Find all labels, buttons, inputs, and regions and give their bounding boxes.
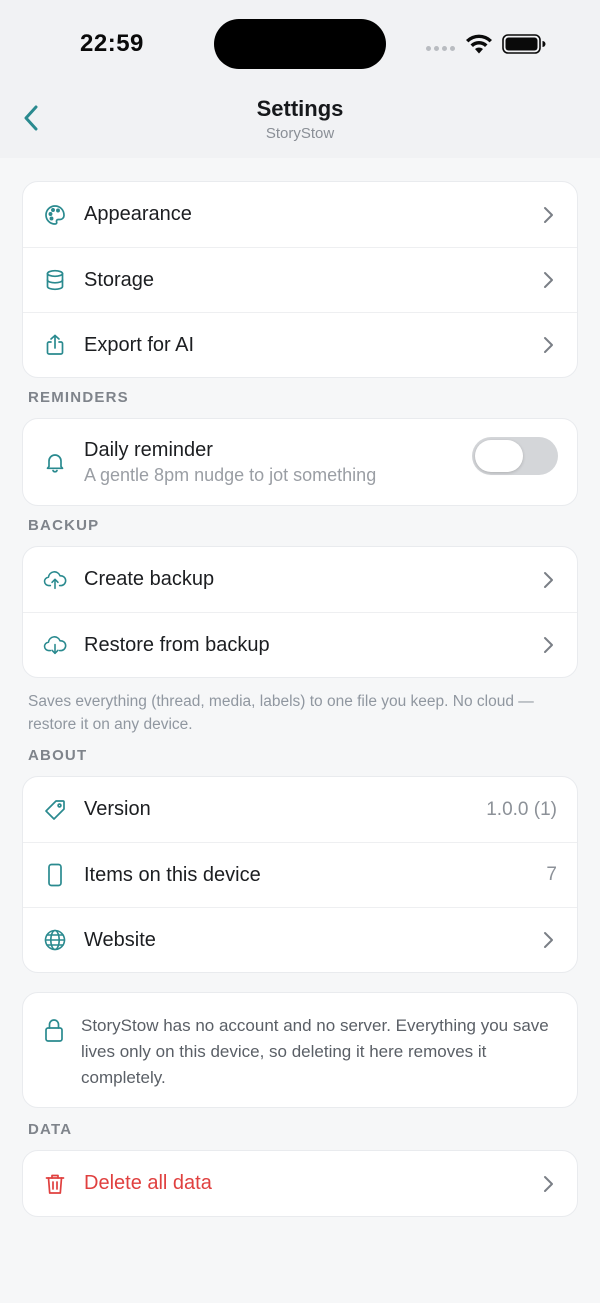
database-icon <box>43 268 67 292</box>
reminders-heading: REMINDERS <box>28 389 129 406</box>
daily-reminder-description: A gentle 8pm nudge to jot something <box>84 465 377 485</box>
top-bar: 22:59 Settings StoryStow <box>0 0 600 158</box>
dynamic-island <box>214 19 386 69</box>
export-for-ai-row[interactable]: Export for AI <box>23 312 577 377</box>
items-count-value: 7 <box>546 864 557 885</box>
website-label: Website <box>84 928 156 951</box>
cellular-signal-icon <box>426 46 455 51</box>
about-heading: ABOUT <box>28 747 88 764</box>
page-title: Settings <box>256 96 344 121</box>
items-on-device-row: Items on this device 7 <box>23 842 577 907</box>
appearance-label: Appearance <box>84 203 192 225</box>
tag-icon <box>43 798 67 822</box>
daily-reminder-label: Daily reminder <box>84 439 213 461</box>
general-settings-card: Appearance Storage Export for AI <box>22 181 578 378</box>
data-heading: DATA <box>28 1121 73 1138</box>
backup-heading: BACKUP <box>28 517 100 534</box>
delete-all-data-label: Delete all data <box>84 1172 212 1194</box>
version-row: Version 1.0.0 (1) <box>23 777 577 842</box>
globe-icon <box>43 928 67 952</box>
share-icon <box>43 333 67 357</box>
reminders-card: Daily reminder A gentle 8pm nudge to jot… <box>22 418 578 506</box>
chevron-right-icon <box>544 932 553 948</box>
website-row[interactable]: Website <box>23 907 577 972</box>
daily-reminder-row: Daily reminder A gentle 8pm nudge to jot… <box>23 419 577 505</box>
trash-icon <box>43 1172 67 1196</box>
delete-all-data-row[interactable]: Delete all data <box>23 1151 577 1216</box>
chevron-right-icon <box>544 637 553 653</box>
version-value: 1.0.0 (1) <box>486 798 557 820</box>
cloud-download-icon <box>43 633 67 657</box>
chevron-right-icon <box>544 1175 553 1192</box>
toggle-knob <box>475 440 523 472</box>
appearance-row[interactable]: Appearance <box>23 182 577 247</box>
backup-note: Saves everything (thread, media, labels)… <box>28 693 534 733</box>
cloud-upload-icon <box>43 568 67 592</box>
phone-icon <box>43 863 67 887</box>
create-backup-row[interactable]: Create backup <box>23 547 577 612</box>
chevron-right-icon <box>544 272 553 288</box>
storage-label: Storage <box>84 268 155 291</box>
restore-backup-label: Restore from backup <box>84 633 270 656</box>
battery-icon <box>502 34 546 54</box>
chevron-right-icon <box>544 337 553 353</box>
storage-row[interactable]: Storage <box>23 247 577 312</box>
chevron-right-icon <box>544 206 553 223</box>
backup-card: Create backup Restore from backup <box>22 546 578 678</box>
create-backup-label: Create backup <box>84 568 215 590</box>
lock-icon <box>43 1017 65 1048</box>
version-label: Version <box>84 798 151 820</box>
privacy-text: StoryStow has no account and no server. … <box>81 1016 549 1087</box>
status-time: 22:59 <box>80 30 144 57</box>
restore-backup-row[interactable]: Restore from backup <box>23 612 577 677</box>
export-for-ai-label: Export for AI <box>84 333 195 356</box>
data-card: Delete all data <box>22 1150 578 1217</box>
privacy-info-card: StoryStow has no account and no server. … <box>22 992 578 1108</box>
chevron-right-icon <box>544 571 553 588</box>
bell-icon <box>43 450 67 474</box>
wifi-icon <box>466 34 492 54</box>
items-on-device-label: Items on this device <box>84 863 261 886</box>
about-card: Version 1.0.0 (1) Items on this device 7… <box>22 776 578 973</box>
palette-icon <box>43 203 67 227</box>
page-subtitle: StoryStow <box>265 125 335 142</box>
daily-reminder-toggle[interactable] <box>472 437 558 475</box>
